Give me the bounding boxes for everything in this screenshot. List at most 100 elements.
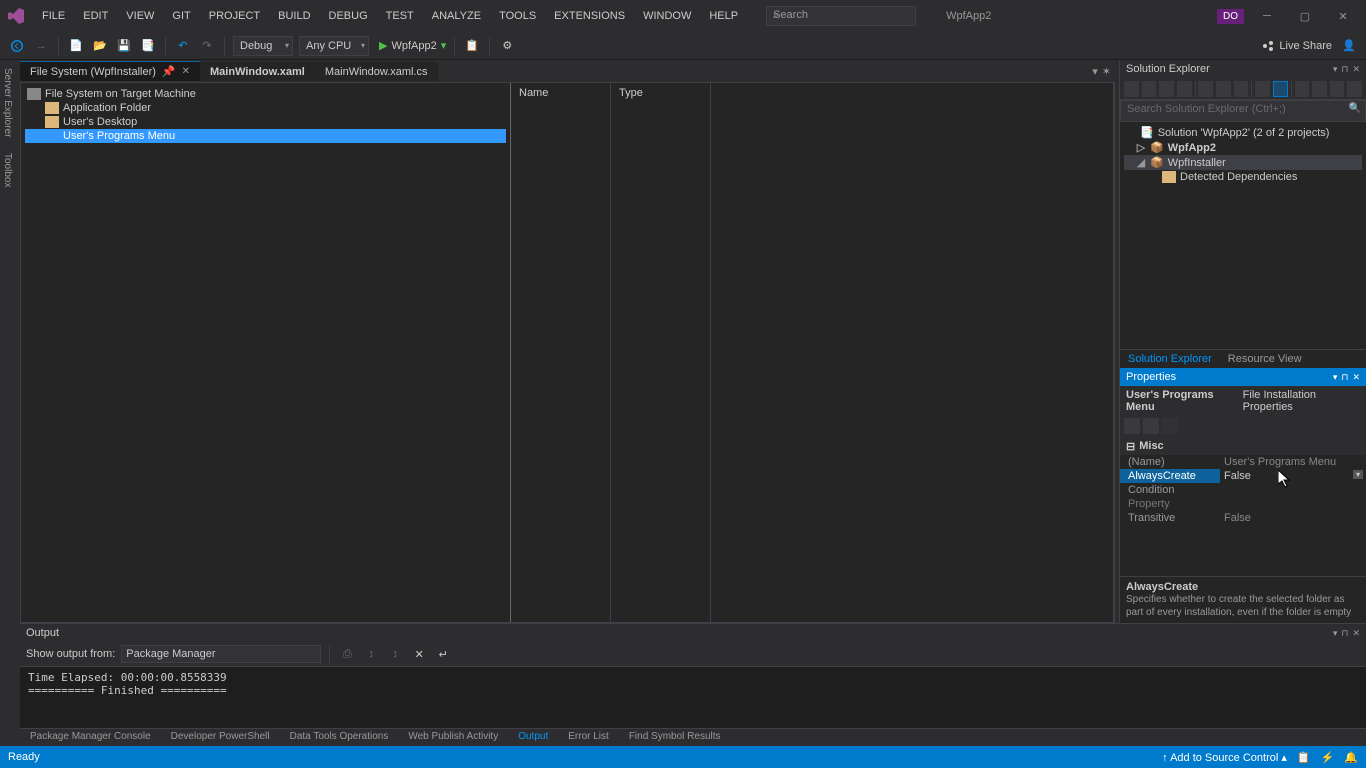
sol-tb-4[interactable] bbox=[1177, 81, 1192, 97]
prop-transitive[interactable]: TransitiveFalse bbox=[1120, 511, 1366, 525]
folder-tree-pane[interactable]: File System on Target Machine Applicatio… bbox=[21, 83, 511, 622]
detected-deps[interactable]: Detected Dependencies bbox=[1124, 170, 1362, 184]
redo-button[interactable]: ↷ bbox=[198, 37, 216, 55]
out-tb-2[interactable]: ↕ bbox=[362, 645, 380, 663]
sol-tb-11[interactable] bbox=[1312, 81, 1327, 97]
panel-menu-icon[interactable]: ▾ bbox=[1333, 372, 1338, 383]
sol-tb-6[interactable] bbox=[1216, 81, 1231, 97]
bottom-tab-find-symbol-results[interactable]: Find Symbol Results bbox=[619, 729, 731, 746]
menu-extensions[interactable]: EXTENSIONS bbox=[546, 4, 633, 28]
alpha-button[interactable] bbox=[1143, 418, 1159, 434]
search-icon[interactable]: ⌕ bbox=[773, 9, 911, 22]
property-grid[interactable]: ⊟Misc (Name)User's Programs Menu AlwaysC… bbox=[1120, 438, 1366, 576]
close-tab-icon[interactable]: ✕ bbox=[182, 66, 190, 77]
sln-root[interactable]: 📑Solution 'WpfApp2' (2 of 2 projects) bbox=[1124, 125, 1362, 140]
start-button[interactable]: ▶ WpfApp2 ▾ bbox=[379, 39, 446, 52]
sol-tb-2[interactable] bbox=[1142, 81, 1157, 97]
save-button[interactable]: 💾 bbox=[115, 37, 133, 55]
search-box[interactable]: Search ⌕ bbox=[766, 6, 916, 26]
open-button[interactable]: 📂 bbox=[91, 37, 109, 55]
sol-tb-1[interactable] bbox=[1124, 81, 1139, 97]
menu-analyze[interactable]: ANALYZE bbox=[424, 4, 489, 28]
categorize-button[interactable] bbox=[1124, 418, 1140, 434]
solution-tree[interactable]: 📑Solution 'WpfApp2' (2 of 2 projects) ▷📦… bbox=[1120, 122, 1366, 349]
tree-programs-menu[interactable]: User's Programs Menu bbox=[25, 129, 506, 143]
prop-name[interactable]: (Name)User's Programs Menu bbox=[1120, 455, 1366, 469]
out-tb-1[interactable]: ⎙ bbox=[338, 645, 356, 663]
save-all-button[interactable]: 📑 bbox=[139, 37, 157, 55]
sol-tb-13[interactable] bbox=[1347, 81, 1362, 97]
user-badge[interactable]: DO bbox=[1217, 9, 1244, 24]
sol-tb-5[interactable] bbox=[1198, 81, 1213, 97]
menu-git[interactable]: GIT bbox=[164, 4, 198, 28]
status-icon-2[interactable]: ⚡ bbox=[1321, 751, 1335, 764]
menu-debug[interactable]: DEBUG bbox=[321, 4, 376, 28]
maximize-button[interactable]: ▢ bbox=[1290, 6, 1320, 26]
menu-project[interactable]: PROJECT bbox=[201, 4, 268, 28]
tree-app-folder[interactable]: Application Folder bbox=[25, 101, 506, 115]
server-explorer-tab[interactable]: Server Explorer bbox=[0, 60, 15, 145]
menu-file[interactable]: FILE bbox=[34, 4, 73, 28]
bottom-tab-package-manager-console[interactable]: Package Manager Console bbox=[20, 729, 161, 746]
panel-menu-icon[interactable]: ▾ bbox=[1333, 628, 1338, 639]
col-name[interactable]: Name bbox=[511, 83, 611, 622]
undo-button[interactable]: ↶ bbox=[174, 37, 192, 55]
panel-menu-icon[interactable]: ▾ bbox=[1333, 64, 1338, 75]
category-misc[interactable]: ⊟Misc bbox=[1120, 438, 1366, 455]
menu-help[interactable]: HELP bbox=[701, 4, 746, 28]
prop-property[interactable]: Property bbox=[1120, 497, 1366, 511]
prop-condition[interactable]: Condition bbox=[1120, 483, 1366, 497]
sol-tb-9[interactable] bbox=[1273, 81, 1288, 97]
config-dropdown[interactable]: Debug bbox=[233, 36, 293, 56]
collapse-icon[interactable]: ⊟ bbox=[1126, 440, 1135, 453]
minimize-button[interactable]: ─ bbox=[1252, 6, 1282, 26]
output-text[interactable]: Time Elapsed: 00:00:00.8558339 =========… bbox=[20, 667, 1366, 733]
admin-icon[interactable]: 👤 bbox=[1340, 37, 1358, 55]
solution-search[interactable]: Search Solution Explorer (Ctrl+;) bbox=[1120, 100, 1366, 122]
toolbox-tab[interactable]: Toolbox bbox=[0, 145, 15, 195]
output-source-select[interactable]: Package Manager bbox=[121, 645, 321, 663]
sol-tb-12[interactable] bbox=[1330, 81, 1345, 97]
pin-icon[interactable]: ⊓ bbox=[1341, 64, 1348, 75]
tb-icon-1[interactable]: 📋 bbox=[463, 37, 481, 55]
proj-wpfinstaller[interactable]: ◢📦WpfInstaller bbox=[1124, 155, 1362, 170]
menu-tools[interactable]: TOOLS bbox=[491, 4, 544, 28]
back-button[interactable] bbox=[8, 37, 26, 55]
bottom-tab-output[interactable]: Output bbox=[508, 729, 558, 746]
status-icon-1[interactable]: 📋 bbox=[1297, 751, 1311, 764]
bottom-tab-data-tools-operations[interactable]: Data Tools Operations bbox=[280, 729, 399, 746]
proj-wpfapp2[interactable]: ▷📦WpfApp2 bbox=[1124, 140, 1362, 155]
forward-button[interactable]: → bbox=[32, 37, 50, 55]
property-object[interactable]: User's Programs Menu File Installation P… bbox=[1120, 386, 1366, 416]
tab-mainwindow-cs[interactable]: MainWindow.xaml.cs bbox=[315, 62, 438, 81]
bottom-tab-web-publish-activity[interactable]: Web Publish Activity bbox=[398, 729, 508, 746]
col-type[interactable]: Type bbox=[611, 83, 711, 622]
menu-test[interactable]: TEST bbox=[378, 4, 422, 28]
menu-view[interactable]: VIEW bbox=[118, 4, 162, 28]
sol-tb-8[interactable] bbox=[1255, 81, 1270, 97]
pin-icon[interactable]: 📌 bbox=[162, 65, 176, 78]
tree-desktop[interactable]: User's Desktop bbox=[25, 115, 506, 129]
out-tb-3[interactable]: ↕ bbox=[386, 645, 404, 663]
sol-tb-7[interactable] bbox=[1234, 81, 1249, 97]
menu-window[interactable]: WINDOW bbox=[635, 4, 699, 28]
bottom-tab-developer-powershell[interactable]: Developer PowerShell bbox=[161, 729, 280, 746]
tab-resource-view[interactable]: Resource View bbox=[1220, 350, 1310, 368]
tab-overflow-icon[interactable]: ▾ bbox=[1092, 65, 1098, 78]
prop-alwayscreate[interactable]: AlwaysCreateFalse bbox=[1120, 469, 1366, 483]
pin-icon[interactable]: ⊓ bbox=[1341, 628, 1348, 639]
tab-file-system[interactable]: File System (WpfInstaller) 📌 ✕ bbox=[20, 61, 200, 81]
new-project-button[interactable]: 📄 bbox=[67, 37, 85, 55]
out-tb-wrap[interactable]: ↵ bbox=[434, 645, 452, 663]
tab-solution-explorer[interactable]: Solution Explorer bbox=[1120, 350, 1220, 368]
tab-options-icon[interactable]: ✶ bbox=[1102, 65, 1111, 78]
platform-dropdown[interactable]: Any CPU bbox=[299, 36, 369, 56]
sol-tb-10[interactable] bbox=[1295, 81, 1310, 97]
close-panel-icon[interactable]: ✕ bbox=[1352, 372, 1360, 383]
close-button[interactable]: ✕ bbox=[1328, 6, 1358, 26]
menu-edit[interactable]: EDIT bbox=[75, 4, 116, 28]
live-share-button[interactable]: Live Share bbox=[1261, 39, 1332, 53]
tree-root[interactable]: File System on Target Machine bbox=[25, 87, 506, 101]
prop-pages-button[interactable] bbox=[1162, 418, 1178, 434]
sol-tb-home[interactable] bbox=[1159, 81, 1174, 97]
